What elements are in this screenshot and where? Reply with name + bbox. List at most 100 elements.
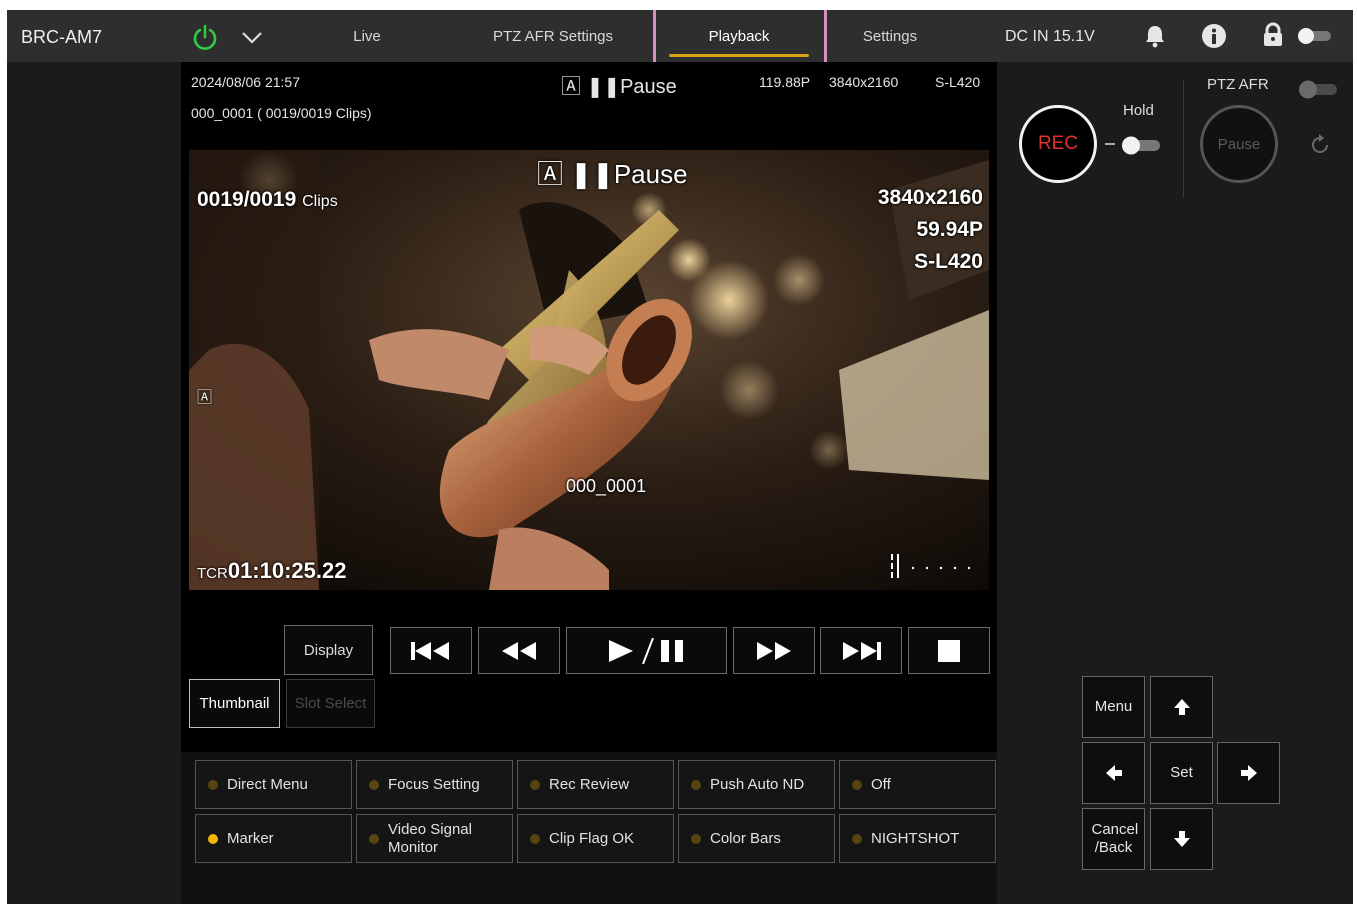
- next-clip-button[interactable]: [820, 627, 902, 674]
- tab-playback-label: Playback: [708, 28, 770, 45]
- display-button[interactable]: Display: [284, 625, 373, 675]
- codec: S-L420: [935, 74, 981, 90]
- assignable-buttons: Direct Menu Focus Setting Rec Review Push A…: [181, 752, 997, 904]
- cancel-back-button[interactable]: Cancel /Back: [1082, 808, 1145, 870]
- assign-button[interactable]: NIGHTSHOT: [839, 814, 996, 863]
- power-input-status: DC IN 15.1V: [1005, 28, 1095, 45]
- tab-ptz-afr-settings[interactable]: PTZ AFR Settings: [477, 10, 629, 62]
- stop-icon: [938, 639, 960, 662]
- cancel-back-text: Cancel /Back: [1091, 821, 1139, 856]
- hold-toggle[interactable]: [1120, 134, 1162, 156]
- right-button[interactable]: [1217, 742, 1280, 804]
- media-icon: 🄰: [561, 76, 581, 98]
- overlay-pause-label: Pause: [613, 159, 688, 189]
- overlay-timecode: TCR01:10:25.22: [197, 558, 346, 584]
- lock-icon[interactable]: [1261, 22, 1285, 48]
- timecode-value: 01:10:25.22: [227, 558, 347, 583]
- status-dot-icon: [208, 780, 218, 790]
- tab-live[interactable]: Live: [307, 10, 427, 62]
- stop-button[interactable]: [908, 627, 990, 674]
- overlay-pause-status: 🄰 ❚❚Pause: [537, 154, 688, 191]
- top-bar: BRC-AM7 Live PTZ AFR Settings Playback S…: [7, 10, 1353, 68]
- ptz-afr-toggle[interactable]: [1297, 78, 1339, 100]
- status-dot-icon: [691, 834, 701, 844]
- overlay-clip-count-value: 0019/0019: [197, 188, 297, 211]
- info-icon[interactable]: [1201, 23, 1227, 49]
- tab-playback[interactable]: Playback: [659, 10, 819, 62]
- status-dot-icon: [369, 834, 379, 844]
- thumbnail-button[interactable]: Thumbnail: [189, 679, 280, 728]
- set-button[interactable]: Set: [1150, 742, 1213, 804]
- rewind-button[interactable]: [478, 627, 560, 674]
- slot-select-button: Slot Select: [286, 679, 375, 728]
- bell-icon[interactable]: [1143, 23, 1167, 49]
- rec-hold-connector: [1105, 143, 1115, 145]
- assign-button[interactable]: Off: [839, 760, 996, 809]
- assign-button[interactable]: Marker: [195, 814, 352, 863]
- datetime: 2024/08/06 21:57: [191, 74, 300, 90]
- assign-button-label: Off: [871, 775, 891, 793]
- resolution: 3840x2160: [829, 74, 899, 90]
- assign-button[interactable]: Push Auto ND: [678, 760, 835, 809]
- overlay-pause-icon: ❚❚: [570, 159, 614, 189]
- status-dot-icon: [691, 780, 701, 790]
- fast-forward-icon: [757, 641, 791, 660]
- power-icon[interactable]: [191, 23, 219, 51]
- status-dot-icon: [852, 834, 862, 844]
- timecode-prefix: TCR: [197, 565, 228, 582]
- assign-button-label: Color Bars: [710, 829, 781, 847]
- down-button[interactable]: [1150, 808, 1213, 870]
- assign-button[interactable]: Clip Flag OK: [517, 814, 674, 863]
- video-preview: 0019/0019 Clips 🄰 ❚❚Pause 3840x2160 59.9…: [189, 150, 989, 590]
- play-pause-icon: [608, 637, 683, 664]
- skip-forward-icon: [843, 641, 881, 660]
- assign-button[interactable]: Color Bars: [678, 814, 835, 863]
- playback-status: 🄰 ❚❚Pause: [561, 70, 677, 99]
- previous-clip-button[interactable]: [390, 627, 472, 674]
- rec-button[interactable]: REC: [1019, 105, 1097, 183]
- arrow-down-icon: [1173, 831, 1190, 847]
- control-panel: REC Hold PTZ AFR Pause Menu Set Cancel /…: [997, 62, 1353, 904]
- active-tab-underline: [669, 54, 809, 57]
- up-button[interactable]: [1150, 676, 1213, 738]
- play-pause-button[interactable]: [566, 627, 727, 674]
- overlay-resolution: 3840x2160: [877, 186, 983, 209]
- audio-level-meter-icon: [891, 554, 971, 578]
- lock-toggle[interactable]: [1297, 27, 1333, 45]
- app-window: BRC-AM7 Live PTZ AFR Settings Playback S…: [7, 10, 1353, 904]
- arrow-left-icon: [1105, 765, 1122, 781]
- overlay-frame-rate: 59.94P: [916, 218, 983, 241]
- clip-info: 000_0001 ( 0019/0019 Clips): [191, 105, 372, 121]
- ptz-afr-pause-button[interactable]: Pause: [1200, 105, 1278, 183]
- pause-icon: ❚❚: [586, 76, 621, 98]
- status-dot-icon: [208, 834, 218, 844]
- pause-label: Pause: [620, 76, 677, 98]
- left-sidebar: [7, 62, 181, 904]
- assign-button-label: NIGHTSHOT: [871, 829, 960, 847]
- playback-panel: 2024/08/06 21:57 000_0001 ( 0019/0019 Cl…: [181, 62, 997, 752]
- assign-button[interactable]: Video Signal Monitor: [356, 814, 513, 863]
- rewind-icon: [502, 641, 536, 660]
- assign-button[interactable]: Direct Menu: [195, 760, 352, 809]
- chevron-down-icon[interactable]: [239, 26, 265, 48]
- assign-button-label: Video Signal Monitor: [388, 820, 472, 856]
- status-dot-icon: [530, 834, 540, 844]
- left-button[interactable]: [1082, 742, 1145, 804]
- status-dot-icon: [530, 780, 540, 790]
- status-dot-icon: [369, 780, 379, 790]
- tab-settings[interactable]: Settings: [837, 10, 943, 62]
- assign-button-label: Marker: [227, 829, 274, 847]
- overlay-clip-count: 0019/0019 Clips: [197, 188, 338, 212]
- refresh-icon[interactable]: [1307, 132, 1333, 158]
- assign-button[interactable]: Focus Setting: [356, 760, 513, 809]
- menu-button[interactable]: Menu: [1082, 676, 1145, 738]
- assign-button[interactable]: Rec Review: [517, 760, 674, 809]
- overlay-codec: S-L420: [914, 250, 983, 273]
- overlay-media-slot-icon: 🄰: [197, 389, 213, 406]
- assign-button-label: Direct Menu: [227, 775, 308, 793]
- skip-back-icon: [411, 641, 449, 660]
- status-dot-icon: [852, 780, 862, 790]
- overlay-media-icon: 🄰: [537, 159, 564, 189]
- assign-button-label: Focus Setting: [388, 775, 480, 793]
- fast-forward-button[interactable]: [733, 627, 815, 674]
